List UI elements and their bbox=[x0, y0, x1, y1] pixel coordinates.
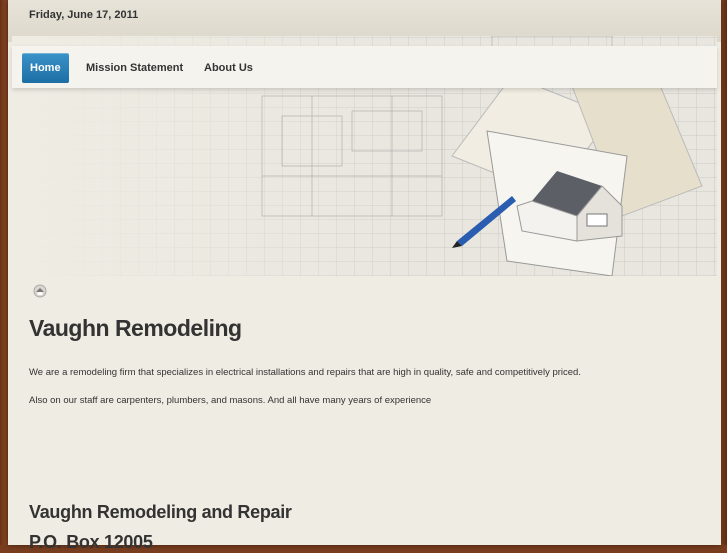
page-content: Friday, June 17, 2011 Home Mission State… bbox=[8, 0, 721, 552]
nav-about-us[interactable]: About Us bbox=[196, 53, 261, 83]
header-date: Friday, June 17, 2011 bbox=[29, 9, 139, 21]
house-bullet-icon bbox=[33, 284, 47, 298]
nav-mission-statement[interactable]: Mission Statement bbox=[78, 53, 191, 83]
intro-paragraph: We are a remodeling firm that specialize… bbox=[29, 367, 581, 378]
nav-home[interactable]: Home bbox=[22, 53, 69, 83]
staff-paragraph: Also on our staff are carpenters, plumbe… bbox=[29, 395, 432, 406]
page-title: Vaughn Remodeling bbox=[29, 315, 242, 341]
contact-title: Vaughn Remodeling and Repair bbox=[29, 502, 292, 522]
main-nav: Home Mission Statement About Us bbox=[12, 46, 717, 88]
contact-address: P.O. Box 12005 bbox=[29, 532, 153, 552]
